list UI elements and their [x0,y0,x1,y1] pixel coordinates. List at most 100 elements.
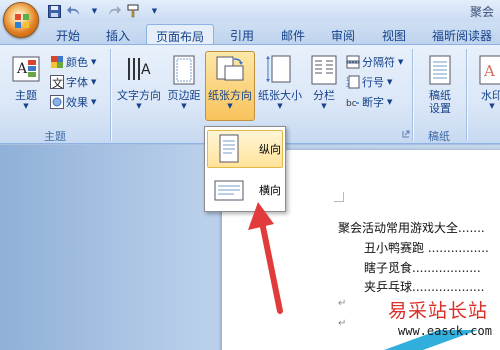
tab-review[interactable]: 审阅 [325,24,361,44]
doc-toc-item[interactable]: 夹乒乓球................... [364,278,484,295]
tab-mailings[interactable]: 邮件 [275,24,311,44]
chevron-down-icon: ▼ [227,102,233,110]
size-button[interactable]: 纸张大小 ▼ [256,51,304,121]
paragraph-mark-icon: ↵ [338,298,347,309]
dropdown-arrow-icon: ▼ [398,58,404,66]
fonts-icon: 文 [50,75,64,89]
page-setup-dialog-launcher[interactable] [402,125,410,143]
effects-label: 效果 [66,96,88,109]
svg-text:A: A [16,61,28,77]
chevron-down-icon: ▼ [321,102,327,110]
ribbon-tab-row: 开始 插入 页面布局 引用 邮件 审阅 视图 福昕阅读器 [0,22,500,44]
line-numbers-label: 行号 [362,76,384,89]
watermark-url: www.easck.com [398,324,492,338]
manuscript-label-line1: 稿纸 [429,89,451,102]
undo-icon[interactable] [66,3,82,19]
margins-label: 页边距 [167,89,201,102]
svg-text:2: 2 [346,83,349,89]
orientation-button[interactable]: 纸张方向 ▼ [205,51,255,121]
window-title: 聚会 [469,5,494,19]
line-numbers-button[interactable]: 12 行号 ▼ [346,73,392,91]
portrait-label: 纵向 [259,143,281,156]
doc-toc-item[interactable]: 瞎子觅食.................. [364,259,481,276]
watermark-button[interactable]: A 水印 ▼ [472,51,500,121]
group-label-theme: 主题 [44,130,66,143]
columns-button[interactable]: 分栏 ▼ [306,51,342,121]
fonts-label: 字体 [66,76,88,89]
dropdown-arrow-icon: ▼ [91,98,97,106]
themes-button[interactable]: A 主题 ▼ [6,51,46,121]
format-painter-icon[interactable] [126,3,142,19]
portrait-page-icon [219,134,239,163]
themes-label: 主题 [15,89,37,102]
paragraph-mark-icon: ↵ [338,318,347,329]
theme-colors-button[interactable]: 颜色 ▼ [50,53,96,71]
undo-dropdown-icon[interactable]: ▼ [86,3,102,19]
line-numbers-icon: 12 [346,75,360,89]
svg-text:文: 文 [52,76,63,89]
office-button[interactable] [3,2,39,38]
tab-references[interactable]: 引用 [224,24,260,44]
tab-page-layout[interactable]: 页面布局 [146,24,214,44]
tab-insert[interactable]: 插入 [100,24,136,44]
chevron-down-icon: ▼ [489,102,495,110]
save-icon[interactable] [46,3,62,19]
breaks-button[interactable]: 分隔符 ▼ [346,53,403,71]
colors-label: 颜色 [66,56,88,69]
themes-icon: A [12,56,40,82]
chevron-down-icon: ▼ [181,102,187,110]
redo-icon[interactable] [106,3,122,19]
title-bar: ▼ ▼ 聚会 [0,0,500,22]
svg-text:A: A [483,62,495,80]
watermark-icon: A [479,55,500,85]
manuscript-icon [429,55,451,85]
dropdown-arrow-icon: ▼ [91,58,97,66]
hyphenation-button[interactable]: bc 断字 ▼ [346,93,392,111]
theme-fonts-button[interactable]: 文 字体 ▼ [50,73,96,91]
hyphenation-label: 断字 [362,96,384,109]
dropdown-arrow-icon: ▼ [91,78,97,86]
dropdown-arrow-icon: ▼ [387,78,393,86]
manuscript-settings-button[interactable]: 稿纸 设置 [418,51,462,121]
chevron-down-icon: ▼ [23,102,29,110]
columns-label: 分栏 [313,89,335,102]
watermark-site-name: 易采站长站 [388,300,489,322]
theme-effects-button[interactable]: 效果 ▼ [50,93,96,111]
tab-home[interactable]: 开始 [50,24,86,44]
doc-toc-item[interactable]: 丑小鸭赛跑 ................ [364,239,489,256]
chevron-down-icon: ▼ [277,102,283,110]
orientation-label: 纸张方向 [208,89,252,102]
svg-text:bc: bc [346,99,357,109]
text-direction-label: 文字方向 [117,89,161,102]
orientation-icon [216,56,244,81]
orientation-portrait-item[interactable]: 纵向 [207,130,283,168]
hyphenation-icon: bc [346,99,359,109]
group-divider [466,49,467,141]
margins-icon [173,55,195,85]
group-divider [412,49,413,141]
tab-foxit-reader[interactable]: 福昕阅读器 [424,24,500,44]
office-logo-icon [15,14,29,28]
doc-heading[interactable]: 聚会活动常用游戏大全....... [338,219,485,236]
text-direction-icon: A [128,58,151,80]
size-label: 纸张大小 [258,89,302,102]
tab-view[interactable]: 视图 [376,24,412,44]
effects-icon [50,95,64,109]
breaks-icon [346,55,360,69]
paper-size-icon [266,55,291,83]
dropdown-arrow-icon: ▼ [387,98,393,106]
columns-icon [311,55,337,85]
margins-button[interactable]: 页边距 ▼ [164,51,204,121]
svg-text:A: A [141,62,151,78]
quick-access-toolbar: ▼ ▼ [46,3,162,19]
margin-corner-mark [334,192,344,202]
manuscript-label-line2: 设置 [429,102,451,115]
chevron-down-icon: ▼ [136,102,142,110]
group-label-manuscript: 稿纸 [428,130,450,143]
group-divider [110,49,111,141]
customize-toolbar-icon[interactable]: ▼ [146,3,162,19]
annotation-arrow-icon [248,202,283,314]
breaks-label: 分隔符 [362,56,395,69]
watermark-label: 水印 [481,89,500,102]
text-direction-button[interactable]: A 文字方向 ▼ [114,51,164,121]
